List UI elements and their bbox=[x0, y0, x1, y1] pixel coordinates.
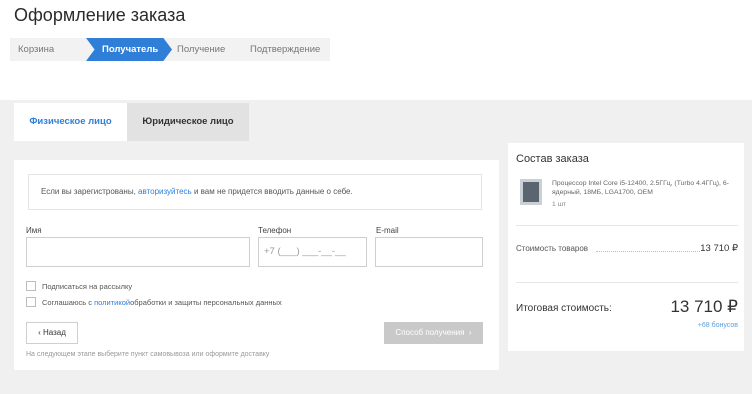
leader-dots bbox=[596, 251, 700, 252]
product-image bbox=[520, 179, 542, 205]
page-title: Оформление заказа bbox=[14, 5, 186, 25]
order-title: Состав заказа bbox=[516, 153, 589, 165]
step-cart[interactable]: Корзина bbox=[18, 38, 54, 61]
consent-text-before: Соглашаюсь с bbox=[42, 297, 93, 307]
email-input[interactable] bbox=[375, 237, 483, 267]
bonus-points: +68 бонусов bbox=[697, 322, 738, 329]
product-quantity: 1 шт bbox=[552, 201, 567, 208]
total-value: 13 710 ₽ bbox=[670, 297, 738, 316]
email-label: E-mail bbox=[376, 226, 399, 235]
name-input[interactable] bbox=[26, 237, 250, 267]
total-label: Итоговая стоимость: bbox=[516, 303, 612, 314]
divider bbox=[516, 282, 738, 283]
name-label: Имя bbox=[26, 226, 42, 235]
phone-label: Телефон bbox=[258, 226, 292, 235]
phone-input[interactable]: +7 (___) ___-__-__ bbox=[258, 237, 367, 267]
consent-text-after: обработки и защиты персональных данных bbox=[130, 297, 282, 307]
chevron-right-icon: › bbox=[468, 328, 472, 337]
chevron-left-icon: ‹ bbox=[38, 328, 41, 337]
subscribe-checkbox[interactable] bbox=[26, 281, 36, 291]
goods-cost-value: 13 710 ₽ bbox=[700, 243, 738, 254]
consent-checkbox[interactable] bbox=[26, 297, 36, 307]
login-notice: Если вы зарегистрованы, авторизуйтесь и … bbox=[28, 174, 482, 210]
divider bbox=[516, 225, 738, 226]
tab-physical-person[interactable]: Физическое лицо bbox=[14, 103, 127, 141]
goods-cost-label: Стоимость товаров bbox=[516, 244, 589, 253]
notice-text-after: и вам не придется вводить данные о себе. bbox=[191, 187, 353, 196]
consent-row[interactable]: Соглашаюсь с политикой обработки и защит… bbox=[26, 297, 282, 307]
checkout-steps: Корзина Получатель Получение Подтвержден… bbox=[10, 38, 330, 61]
recipient-form: Если вы зарегистрованы, авторизуйтесь и … bbox=[14, 160, 499, 370]
order-summary: Состав заказа Процессор Intel Core i5-12… bbox=[508, 143, 744, 351]
delivery-method-button[interactable]: Способ получения › bbox=[384, 322, 483, 344]
subscribe-label: Подписаться на рассылку bbox=[42, 281, 133, 291]
notice-text-before: Если вы зарегистрованы, bbox=[41, 187, 139, 196]
step-confirmation: Подтверждение bbox=[250, 44, 321, 55]
policy-link[interactable]: политикой bbox=[94, 298, 130, 307]
login-link[interactable]: авторизуйтесь bbox=[138, 187, 192, 196]
next-step-hint: На следующем этапе выберите пункт самовы… bbox=[26, 351, 270, 358]
step-receiving: Получение bbox=[177, 44, 226, 55]
product-name: Процессор Intel Core i5-12400, 2.5ГГц, (… bbox=[552, 180, 729, 196]
back-button[interactable]: ‹ Назад bbox=[26, 322, 78, 344]
goods-cost-row: Стоимость товаров 13 710 ₽ bbox=[516, 243, 738, 254]
step-recipient[interactable]: Получатель bbox=[102, 38, 158, 61]
next-label: Способ получения bbox=[395, 328, 465, 337]
tab-juridical-person[interactable]: Юридическое лицо bbox=[127, 103, 249, 141]
back-label: Назад bbox=[42, 328, 66, 337]
subscribe-row[interactable]: Подписаться на рассылку bbox=[26, 281, 132, 291]
